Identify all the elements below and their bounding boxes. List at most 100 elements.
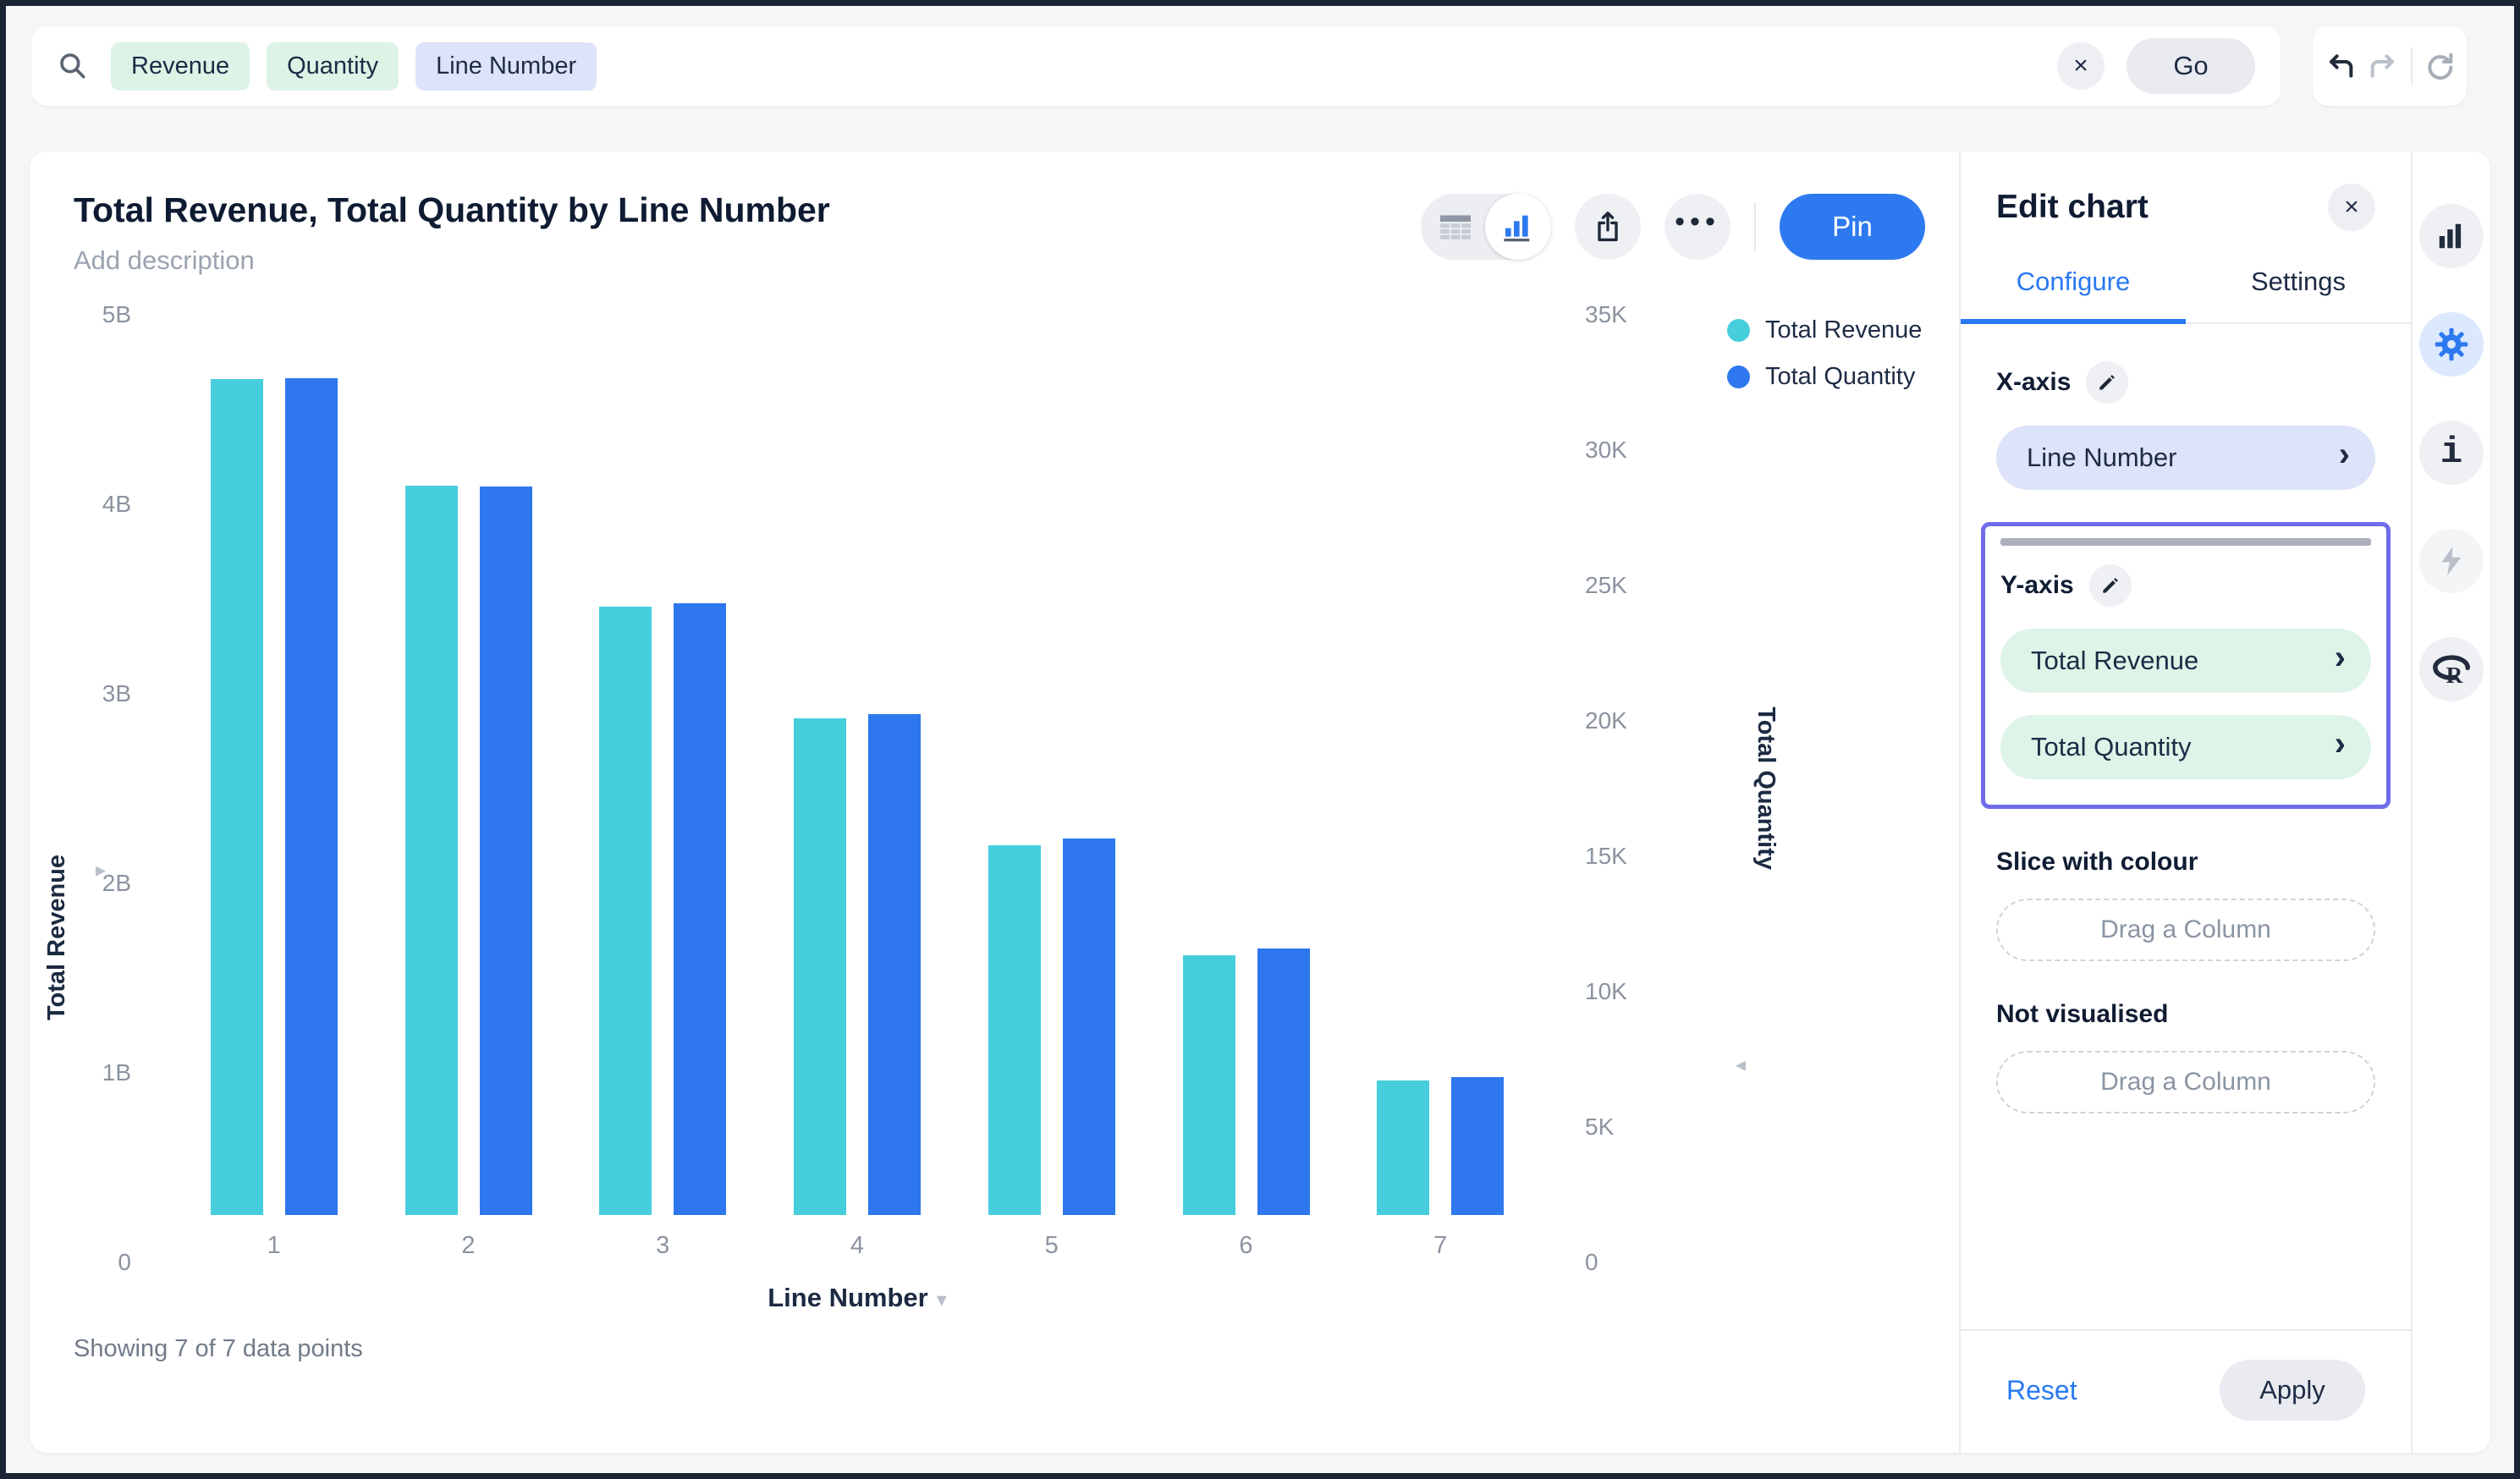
pin-button[interactable]: Pin [1780, 194, 1925, 260]
table-view-icon[interactable] [1438, 212, 1473, 242]
bar-total-quantity[interactable] [674, 603, 726, 1215]
bar-total-quantity[interactable] [1257, 948, 1310, 1215]
drop-indicator [2000, 538, 2371, 546]
edit-chart-panel: Edit chart × Configure Settings X-axis [1961, 151, 2413, 1453]
search-chip-revenue[interactable]: Revenue [111, 42, 250, 91]
bar-total-revenue[interactable] [988, 845, 1041, 1215]
go-button[interactable]: Go [2127, 38, 2255, 94]
axis-tick-label: 15K [1585, 843, 1627, 870]
clear-search-button[interactable]: × [2057, 42, 2105, 90]
bar-total-quantity[interactable] [480, 487, 532, 1215]
y-axis-section-label: Y-axis [2000, 571, 2074, 600]
x-axis-field-pill[interactable]: Line Number › [1996, 426, 2375, 490]
axis-tick-label: 4B [102, 491, 131, 518]
edit-x-axis-button[interactable] [2086, 361, 2128, 404]
top-bar: Revenue Quantity Line Number × Go [6, 6, 2514, 106]
x-axis-title-row: Line Number▾ [143, 1283, 1571, 1313]
not-visualised-drop-zone[interactable]: Drag a Column [1996, 1051, 2375, 1113]
search-chips: Revenue Quantity Line Number [111, 42, 597, 91]
lightning-icon [2437, 545, 2466, 577]
edit-panel-title: Edit chart [1996, 189, 2149, 226]
chevron-right-icon: › [2335, 744, 2346, 750]
axis-tick-label: 2B [102, 870, 131, 897]
x-axis-title[interactable]: Line Number [768, 1283, 927, 1312]
axis-tick-label: 5B [102, 301, 131, 328]
y-axis-field-pill-quantity[interactable]: Total Quantity › [2000, 715, 2371, 779]
more-options-button[interactable]: ••• [1664, 194, 1730, 260]
refresh-button[interactable] [2423, 49, 2457, 83]
search-icon [57, 50, 89, 82]
r-script-tool-button[interactable]: R [2419, 637, 2484, 701]
tab-configure[interactable]: Configure [1961, 267, 2186, 324]
app-window: Revenue Quantity Line Number × Go [0, 0, 2520, 1479]
edit-panel-footer: Reset Apply [1961, 1329, 2411, 1432]
redo-button[interactable] [2367, 49, 2401, 83]
chart-section: Total Revenue, Total Quantity by Line Nu… [30, 151, 1961, 1453]
close-icon: × [2344, 193, 2359, 222]
edit-panel-tabs: Configure Settings [1961, 267, 2411, 324]
legend-dot [1727, 366, 1750, 388]
x-tick-label: 6 [1239, 1232, 1252, 1262]
axis-tick-label: 0 [118, 1249, 131, 1276]
slice-drop-zone[interactable]: Drag a Column [1996, 899, 2375, 961]
y-axis-highlight-box: Y-axis Total Revenue › [1981, 522, 2391, 809]
right-icon-rail: i R [2413, 151, 2490, 1453]
bar-group: 7 [1377, 267, 1504, 1262]
bar-total-quantity[interactable] [1063, 838, 1115, 1215]
bar-total-quantity[interactable] [285, 378, 338, 1215]
legend-item[interactable]: Total Revenue [1727, 316, 1952, 344]
bar-total-revenue[interactable] [1183, 955, 1235, 1215]
reset-button[interactable]: Reset [2006, 1375, 2077, 1406]
axis-tick-label: 5K [1585, 1113, 1614, 1141]
legend-item[interactable]: Total Quantity [1727, 363, 1952, 391]
axis-tick-label: 30K [1585, 437, 1627, 464]
bar-group: 4 [794, 267, 921, 1262]
search-bar[interactable]: Revenue Quantity Line Number × Go [31, 26, 2281, 106]
dual-axis-bar-chart: ▸ Total Revenue 5B4B3B2B1B0 1234567 35K3… [62, 315, 1952, 1313]
y-axis-field-pill-revenue[interactable]: Total Revenue › [2000, 629, 2371, 693]
info-icon: i [2440, 434, 2462, 471]
undo-button[interactable] [2323, 49, 2357, 83]
x-tick-label: 4 [850, 1232, 864, 1262]
x-tick-label: 2 [461, 1232, 475, 1262]
visualise-tool-button[interactable] [2419, 204, 2484, 268]
tab-settings[interactable]: Settings [2186, 267, 2411, 322]
ellipsis-icon: ••• [1675, 206, 1720, 249]
bar-total-quantity[interactable] [1451, 1077, 1504, 1215]
not-visualised-label: Not visualised [1996, 1000, 2375, 1029]
right-axis-title[interactable]: Total Quantity [1752, 707, 1780, 870]
chart-header: Total Revenue, Total Quantity by Line Nu… [30, 190, 1959, 276]
bar-group: 1 [211, 267, 338, 1262]
edit-y-axis-button[interactable] [2089, 564, 2132, 607]
view-toggle[interactable] [1421, 194, 1551, 260]
chart-view-toggle-active[interactable] [1485, 194, 1551, 260]
right-axis-ticks: 35K30K25K20K15K10K5K0 [1571, 315, 1698, 1262]
pencil-icon [2096, 371, 2118, 393]
axis-tick-label: 20K [1585, 707, 1627, 734]
bar-total-revenue[interactable] [405, 486, 458, 1215]
bar-total-revenue[interactable] [794, 718, 846, 1215]
apply-button[interactable]: Apply [2220, 1360, 2365, 1421]
bar-total-quantity[interactable] [868, 714, 921, 1215]
chart-legend: Total Revenue Total Quantity [1698, 315, 1952, 1262]
search-chip-line-number[interactable]: Line Number [415, 42, 597, 91]
info-tool-button[interactable]: i [2419, 421, 2484, 485]
bar-total-revenue[interactable] [599, 607, 652, 1215]
close-panel-button[interactable]: × [2328, 184, 2375, 231]
r-logo-icon: R [2431, 652, 2472, 687]
chart-title[interactable]: Total Revenue, Total Quantity by Line Nu… [74, 190, 830, 230]
axis-tick-label: 0 [1585, 1249, 1598, 1276]
slice-with-colour-label: Slice with colour [1996, 848, 2375, 877]
bar-total-revenue[interactable] [211, 379, 263, 1215]
right-axis-drag-handle[interactable]: ◂ [1736, 1053, 1746, 1077]
bar-total-revenue[interactable] [1377, 1080, 1429, 1215]
actions-tool-button[interactable] [2419, 529, 2484, 593]
search-chip-quantity[interactable]: Quantity [267, 42, 399, 91]
edit-panel-header: Edit chart × [1996, 184, 2375, 231]
share-button[interactable] [1575, 194, 1641, 260]
bar-group: 3 [599, 267, 726, 1262]
axis-tick-label: 3B [102, 680, 131, 707]
bar-group: 2 [405, 267, 532, 1262]
configure-tool-button[interactable] [2419, 312, 2484, 377]
bar-group: 5 [988, 267, 1115, 1262]
